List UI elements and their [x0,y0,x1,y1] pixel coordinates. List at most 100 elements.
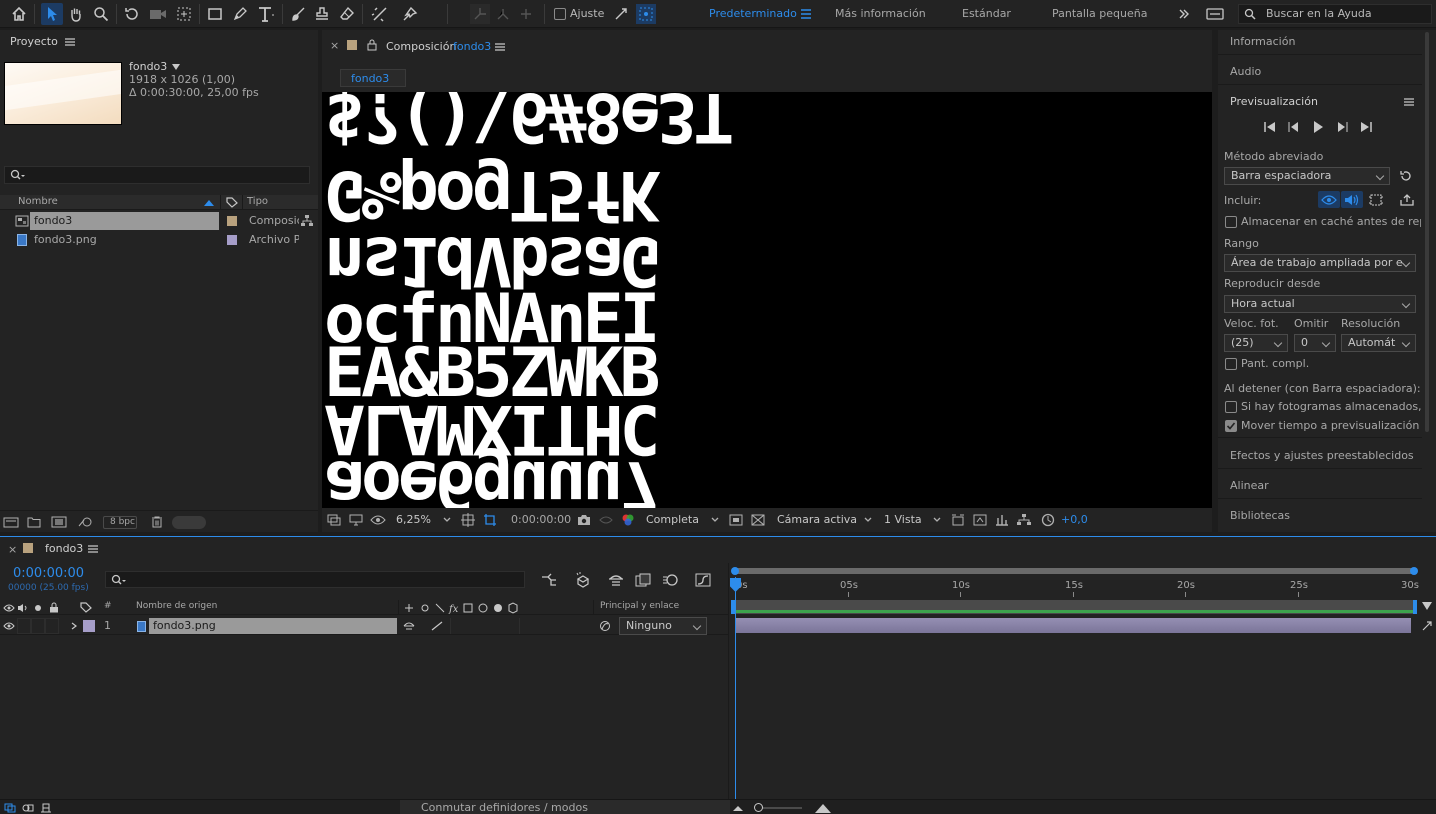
zoom-in-icon[interactable] [814,802,832,814]
cached-frames-checkbox[interactable] [1225,401,1237,413]
workspace-overflow-icon[interactable] [1176,6,1192,22]
cache-before-playback-checkbox[interactable] [1225,216,1237,228]
workspace-small-screen[interactable]: Pantalla pequeña [1052,7,1147,20]
composition-close-button[interactable]: × [330,39,339,52]
magnification-value[interactable]: 6,25% [396,513,431,526]
previous-frame-icon[interactable] [1287,121,1301,133]
move-time-checkbox[interactable] [1225,420,1237,432]
magnification-dropdown-icon[interactable] [442,515,452,525]
video-visibility-icon[interactable] [3,621,15,631]
label-swatch[interactable] [227,216,237,226]
workspace-menu-icon[interactable] [799,6,813,22]
project-panel-title[interactable]: Proyecto [10,35,58,48]
range-dropdown[interactable]: Área de trabajo ampliada por el tiempo a… [1224,254,1416,272]
first-frame-icon[interactable] [1263,121,1277,133]
rotate-tool-icon[interactable] [123,5,141,23]
shy-switch-icon[interactable] [402,620,416,632]
composition-flow-tab[interactable]: fondo3 [340,69,406,87]
project-panel-menu-icon[interactable] [64,36,76,48]
solo-header-icon[interactable] [33,602,43,613]
effects-panel-header[interactable]: Efectos y ajustes preestablecidos [1218,444,1422,469]
work-area-end-marker[interactable] [1413,600,1417,614]
view-axis-icon[interactable] [516,4,536,24]
always-preview-icon[interactable] [326,513,342,527]
preview-panel-menu-icon[interactable] [1403,97,1415,107]
shy-layers-icon[interactable] [607,572,625,588]
new-folder-icon[interactable] [26,515,42,529]
snapping-checkbox[interactable] [554,8,566,20]
playhead[interactable] [735,577,736,814]
motion-blur-icon[interactable] [661,572,679,588]
roto-brush-tool-icon[interactable] [370,5,390,23]
comp-flowchart-icon[interactable] [1016,513,1032,527]
right-panel-scrollbar[interactable] [1425,32,1429,432]
monitor-icon[interactable] [348,513,364,527]
audio-toggle-header-icon[interactable] [17,602,29,613]
quality-switch-icon[interactable] [430,620,444,632]
timeline-ruler-area[interactable]: 0s 05s 10s 15s 20s 25s 30s [728,563,1436,814]
next-frame-icon[interactable] [1335,121,1349,133]
timeline-search-input[interactable] [105,571,525,588]
video-toggle-header-icon[interactable] [3,602,15,613]
item-dropdown-icon[interactable] [171,62,181,72]
composition-viewer[interactable]: $?()\6#8e3T G%pogT5fK ns1dVbsaG ocfnNAnE… [322,92,1212,508]
column-type-header[interactable]: Tipo [247,196,268,207]
align-panel-header[interactable]: Alinear [1218,474,1422,499]
eraser-tool-icon[interactable] [338,5,356,23]
modes-toggle-icon[interactable] [21,802,35,814]
region-of-interest-icon[interactable] [482,512,498,528]
project-search-input[interactable] [4,166,310,184]
label-column-icon[interactable] [225,196,239,209]
viewer-timecode[interactable]: 0:00:00:00 [511,513,571,526]
puppet-pin-tool-icon[interactable] [401,5,419,23]
toggle-pixel-aspect-icon[interactable] [950,513,966,527]
lock-switch[interactable] [45,618,59,634]
frame-blending-icon[interactable] [634,572,652,588]
hand-tool-icon[interactable] [67,5,85,23]
source-name-header[interactable]: Nombre de origen [136,601,217,611]
timeline-close-button[interactable]: × [8,543,17,556]
new-composition-icon[interactable] [50,515,68,529]
toggle-switches-modes-button[interactable]: Conmutar definidores / modos [400,800,730,814]
graph-editor-icon[interactable] [694,572,712,588]
fast-previews-icon[interactable] [728,513,744,527]
rectangle-tool-icon[interactable] [206,5,224,23]
brush-tool-icon[interactable] [289,5,307,23]
lock-icon[interactable] [366,39,378,51]
composition-panel-menu-icon[interactable] [494,42,506,52]
draft-3d-icon[interactable] [574,571,592,589]
workspace-default[interactable]: Predeterminado [709,7,797,20]
exposure-value[interactable]: +0,0 [1061,513,1088,526]
snapshot-camera-icon[interactable] [576,513,592,527]
fit-icon[interactable] [460,512,476,528]
mask-visibility-icon[interactable] [369,513,387,527]
pen-tool-icon[interactable] [231,5,249,23]
flowchart-icon[interactable] [300,215,314,227]
workspace-sync-icon[interactable] [1205,6,1225,22]
timeline-panel-menu-icon[interactable] [87,544,99,554]
layer-number-header[interactable]: # [104,601,112,611]
audio-switch[interactable] [17,618,31,634]
frame-rate-dropdown[interactable]: (25) [1224,334,1288,352]
play-from-dropdown[interactable]: Hora actual [1224,295,1416,313]
time-navigator-bar[interactable] [734,568,1415,574]
view-layout-dropdown-icon[interactable] [932,515,942,525]
output-icon[interactable] [1399,192,1415,207]
zoom-out-icon[interactable] [732,803,744,813]
preview-panel-title[interactable]: Previsualización [1230,95,1318,108]
effect-switch[interactable] [450,618,520,634]
label-swatch[interactable] [227,235,237,245]
shortcut-dropdown[interactable]: Barra espaciadora [1224,167,1390,185]
resolution-dropdown[interactable]: Automática [1341,334,1416,352]
camera-dropdown-icon[interactable] [863,515,873,525]
snapping-options-icon[interactable] [612,5,630,23]
fullscreen-checkbox[interactable] [1225,358,1237,370]
render-time-toggle-icon[interactable] [39,802,53,814]
include-overlays-icon[interactable] [1368,192,1384,207]
info-panel-header[interactable]: Información [1218,30,1422,55]
selection-tool-icon[interactable] [41,3,63,25]
timeline-tab-label[interactable]: fondo3 [45,542,83,555]
timeline-icon[interactable] [994,513,1010,527]
parent-link-header[interactable]: Principal y enlace [600,601,679,611]
include-audio-icon[interactable] [1341,191,1363,208]
